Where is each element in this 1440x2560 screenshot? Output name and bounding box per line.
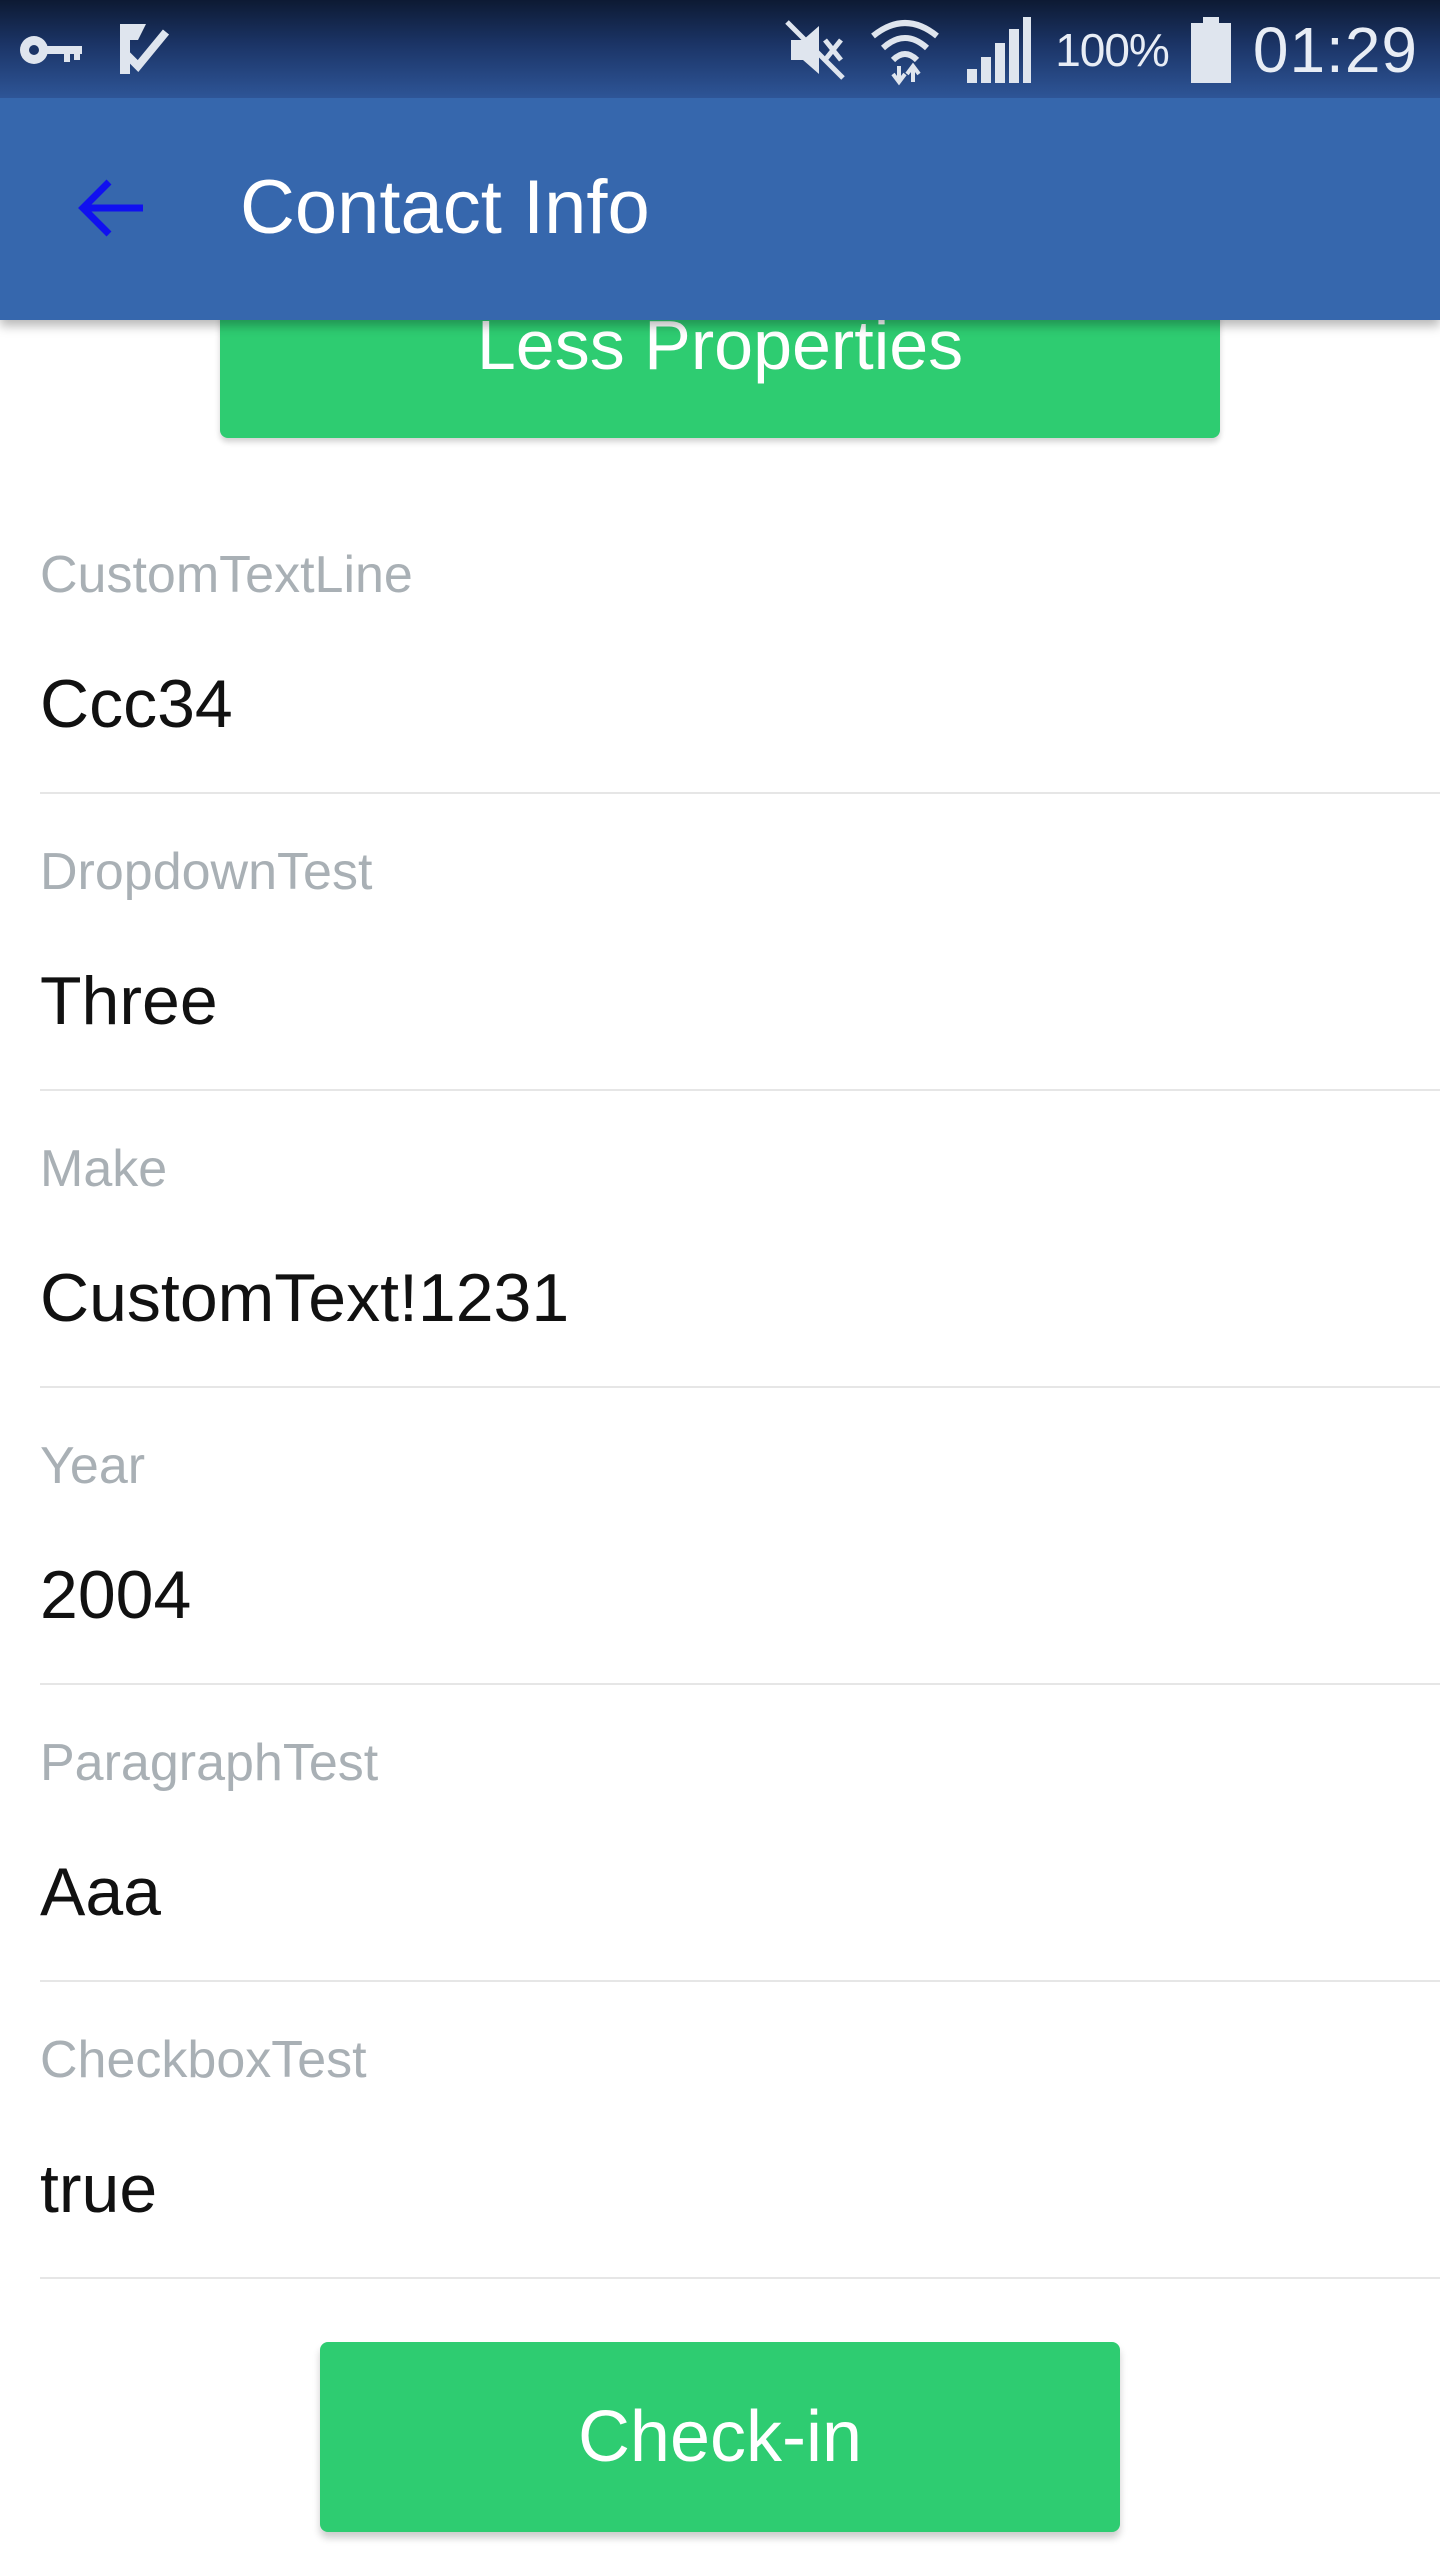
field-label: Year: [40, 1437, 146, 1495]
field-value: Aaa: [40, 1854, 161, 1930]
status-right-icons: 100% 01:29: [783, 10, 1418, 90]
field-value: true: [40, 2151, 158, 2227]
screen: 100% 01:29 Contact Info Less Properties: [0, 0, 1440, 2560]
field-value: Three: [40, 963, 218, 1039]
field-label: Make: [40, 1140, 168, 1198]
check-in-button[interactable]: Check-in: [320, 2342, 1120, 2532]
signal-icon: [963, 15, 1033, 85]
field-label: CheckboxTest: [40, 2031, 367, 2089]
field-row[interactable]: CheckboxTest true: [40, 1982, 1440, 2279]
task-check-icon: [116, 18, 172, 78]
field-row[interactable]: Make CustomText!1231: [40, 1091, 1440, 1388]
battery-icon: [1190, 17, 1231, 83]
key-icon: [16, 18, 86, 78]
field-row[interactable]: Year 2004: [40, 1388, 1440, 1685]
status-bar: 100% 01:29: [0, 0, 1440, 98]
wifi-icon: [869, 14, 941, 86]
contact-field-list: CustomTextLine Ccc34 DropdownTest Three …: [40, 497, 1440, 2279]
field-value: Ccc34: [40, 666, 233, 742]
app-bar: Contact Info: [0, 98, 1440, 320]
field-value: 2004: [40, 1557, 192, 1633]
field-label: ParagraphTest: [40, 1734, 379, 1792]
arrow-left-icon: [77, 177, 147, 239]
field-label: CustomTextLine: [40, 546, 413, 604]
back-button[interactable]: [62, 158, 162, 258]
field-value: CustomText!1231: [40, 1260, 570, 1336]
field-label: DropdownTest: [40, 843, 373, 901]
page-title: Contact Info: [240, 165, 650, 250]
field-row[interactable]: ParagraphTest Aaa: [40, 1685, 1440, 1982]
battery-percentage: 100%: [1055, 24, 1170, 76]
field-row[interactable]: CustomTextLine Ccc34: [40, 497, 1440, 794]
mute-icon: [783, 18, 847, 82]
field-row[interactable]: DropdownTest Three: [40, 794, 1440, 1091]
status-left-icons: [16, 18, 172, 78]
status-time: 01:29: [1252, 14, 1418, 86]
